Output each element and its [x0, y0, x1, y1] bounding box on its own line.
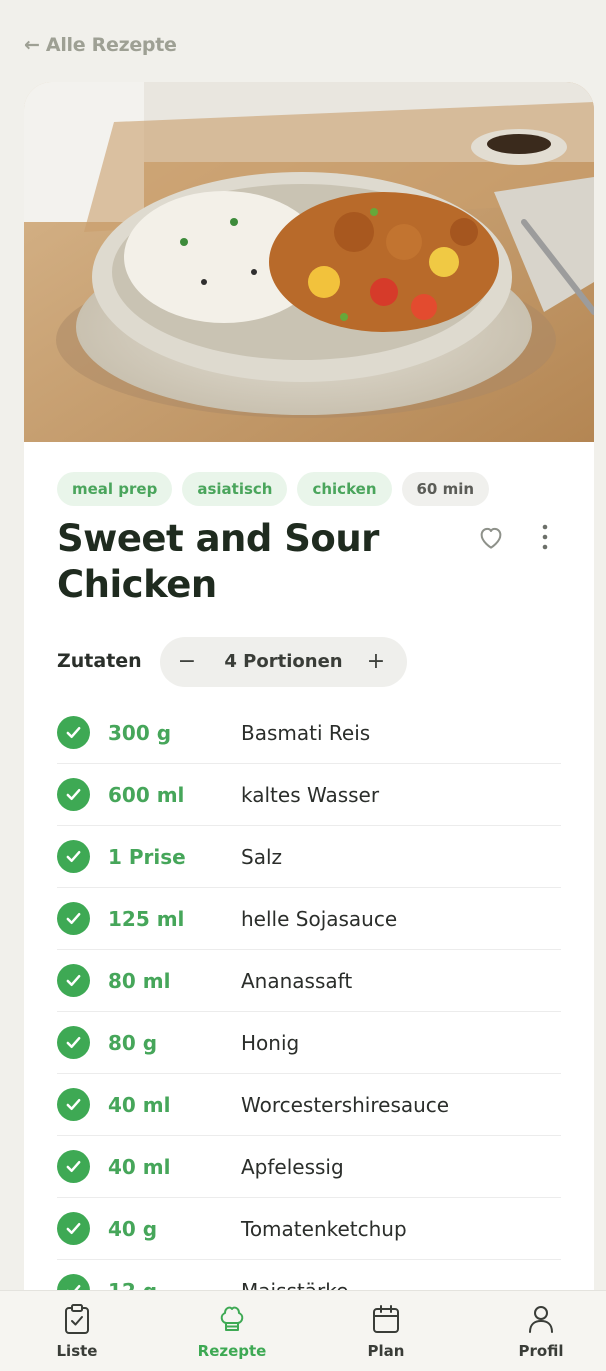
- ingredient-row: 1 Prise Salz: [57, 826, 561, 888]
- ingredient-name: Ananassaft: [241, 969, 353, 993]
- check-icon: [66, 850, 81, 863]
- ingredient-quantity: 80 g: [108, 1031, 158, 1055]
- recipe-title: Sweet and Sour Chicken: [57, 517, 379, 606]
- check-icon: [66, 726, 81, 739]
- ingredient-name: Tomatenketchup: [241, 1217, 407, 1241]
- servings-stepper: − 4 Portionen +: [160, 637, 407, 687]
- ingredient-checkbox[interactable]: [57, 964, 90, 997]
- ingredient-checkbox[interactable]: [57, 778, 90, 811]
- duration-badge: 60 min: [401, 472, 490, 506]
- ingredient-quantity: 40 g: [108, 1217, 158, 1241]
- tag-chicken[interactable]: chicken: [297, 472, 392, 506]
- ingredient-name: kaltes Wasser: [241, 783, 380, 807]
- check-icon: [66, 912, 81, 925]
- check-icon: [66, 1036, 81, 1049]
- ingredient-quantity: 40 ml: [108, 1093, 171, 1117]
- check-icon: [66, 1222, 81, 1235]
- ingredient-quantity: 125 ml: [108, 907, 185, 931]
- ingredient-quantity: 1 Prise: [108, 845, 186, 869]
- nav-item-rezepte[interactable]: Rezepte: [177, 1291, 287, 1371]
- more-vertical-icon: [542, 524, 548, 550]
- recipe-photo: [24, 82, 594, 442]
- ingredient-row: 80 g Honig: [57, 1012, 561, 1074]
- favorite-button[interactable]: [476, 522, 506, 552]
- nav-label-rezepte: Rezepte: [197, 1342, 267, 1360]
- clipboard-check-icon: [65, 1304, 89, 1334]
- more-options-button[interactable]: [532, 522, 558, 552]
- tag-list: meal prep asiatisch chicken 60 min: [57, 472, 490, 506]
- recipe-card: meal prep asiatisch chicken 60 min Sweet…: [24, 82, 594, 1371]
- ingredient-row: 600 ml kaltes Wasser: [57, 764, 561, 826]
- nav-item-plan[interactable]: Plan: [331, 1291, 441, 1371]
- ingredient-name: Salz: [241, 845, 283, 869]
- ingredient-checkbox[interactable]: [57, 1150, 90, 1183]
- ingredient-name: Worcestershiresauce: [241, 1093, 450, 1117]
- ingredient-checkbox[interactable]: [57, 840, 90, 873]
- ingredient-checkbox[interactable]: [57, 1026, 90, 1059]
- nav-label-liste: Liste: [56, 1342, 98, 1360]
- heart-icon: [480, 527, 502, 549]
- increase-servings-button[interactable]: +: [361, 647, 391, 677]
- nav-label-profil: Profil: [518, 1342, 564, 1360]
- ingredient-quantity: 40 ml: [108, 1155, 171, 1179]
- ingredient-quantity: 600 ml: [108, 783, 185, 807]
- ingredient-row: 80 ml Ananassaft: [57, 950, 561, 1012]
- check-icon: [66, 788, 81, 801]
- nav-label-plan: Plan: [367, 1342, 405, 1360]
- ingredient-checkbox[interactable]: [57, 1088, 90, 1121]
- check-icon: [66, 1098, 81, 1111]
- check-icon: [66, 974, 81, 987]
- user-icon: [529, 1306, 553, 1333]
- ingredient-row: 40 ml Worcestershiresauce: [57, 1074, 561, 1136]
- nav-item-liste[interactable]: Liste: [22, 1291, 132, 1371]
- ingredients-label: Zutaten: [57, 650, 142, 672]
- ingredient-name: Honig: [241, 1031, 300, 1055]
- ingredient-checkbox[interactable]: [57, 716, 90, 749]
- ingredient-quantity: 80 ml: [108, 969, 171, 993]
- ingredient-row: 300 g Basmati Reis: [57, 702, 561, 764]
- ingredient-row: 40 g Tomatenketchup: [57, 1198, 561, 1260]
- ingredient-name: Apfelessig: [241, 1155, 344, 1179]
- ingredient-checkbox[interactable]: [57, 1212, 90, 1245]
- ingredient-quantity: 300 g: [108, 721, 172, 745]
- back-to-recipes-link[interactable]: ← Alle Rezepte: [24, 34, 177, 56]
- bottom-navigation: Liste Rezepte Plan Profil: [0, 1290, 606, 1371]
- tag-asiatisch[interactable]: asiatisch: [182, 472, 288, 506]
- ingredient-checkbox[interactable]: [57, 902, 90, 935]
- chef-hat-icon: [220, 1306, 244, 1331]
- ingredient-name: helle Sojasauce: [241, 907, 398, 931]
- recipe-detail-page: ← Alle Rezepte meal prep asiatisch chick…: [0, 0, 606, 1371]
- check-icon: [66, 1160, 81, 1173]
- calendar-icon: [373, 1305, 399, 1333]
- nav-item-profil[interactable]: Profil: [486, 1291, 596, 1371]
- tag-meal-prep[interactable]: meal prep: [57, 472, 173, 506]
- ingredient-row: 125 ml helle Sojasauce: [57, 888, 561, 950]
- ingredient-row: 40 ml Apfelessig: [57, 1136, 561, 1198]
- ingredients-header: Zutaten − 4 Portionen +: [57, 637, 561, 687]
- ingredient-name: Basmati Reis: [241, 721, 371, 745]
- ingredient-list: 300 g Basmati Reis 600 ml kaltes Wasser …: [57, 702, 561, 1322]
